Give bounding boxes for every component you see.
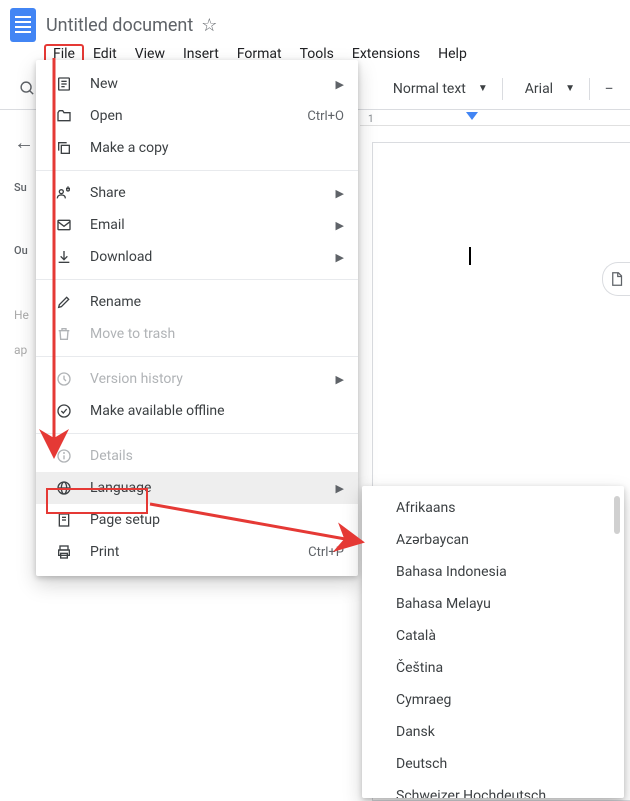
- file-menu-open[interactable]: OpenCtrl+O: [36, 100, 358, 132]
- menu-item-label: Details: [90, 448, 344, 464]
- ruler: 1: [360, 108, 630, 126]
- language-option[interactable]: Čeština: [362, 652, 624, 684]
- menu-separator: [36, 433, 358, 434]
- outline-heading: Ou: [14, 244, 36, 257]
- font-family-select[interactable]: Arial ▼: [517, 77, 583, 101]
- menu-item-label: Make a copy: [90, 140, 344, 156]
- menu-separator: [36, 279, 358, 280]
- file-menu-dropdown: New▶OpenCtrl+OMake a copyShare▶Email▶Dow…: [36, 60, 358, 576]
- file-menu-version: Version history ▶: [36, 363, 358, 395]
- outline-hint: ap: [14, 342, 36, 359]
- language-option[interactable]: Schweizer Hochdeutsch: [362, 780, 624, 798]
- outline-hint: He: [14, 307, 36, 324]
- language-option[interactable]: Cymraeg: [362, 684, 624, 716]
- share-icon: [54, 183, 74, 203]
- submenu-arrow-icon: ▶: [336, 251, 344, 264]
- caret-down-icon: ▼: [565, 83, 575, 94]
- caret-down-icon: ▼: [478, 83, 488, 94]
- paragraph-style-select[interactable]: Normal text ▼: [385, 77, 496, 101]
- back-arrow-icon[interactable]: ←: [14, 130, 36, 155]
- menu-item-label: Rename: [90, 294, 344, 310]
- menu-item-label: Email: [90, 217, 328, 233]
- file-menu-trash: Move to trash: [36, 318, 358, 350]
- details-icon: [54, 446, 74, 466]
- star-icon[interactable]: ☆: [201, 15, 217, 36]
- ruler-mark: 1: [368, 114, 374, 125]
- submenu-arrow-icon: ▶: [336, 373, 344, 386]
- new-icon: [54, 74, 74, 94]
- language-option[interactable]: Deutsch: [362, 748, 624, 780]
- font-family-label: Arial: [525, 81, 553, 97]
- language-icon: [54, 478, 74, 498]
- menu-item-label: Download: [90, 249, 328, 265]
- menu-separator: [36, 356, 358, 357]
- file-menu-download[interactable]: Download ▶: [36, 241, 358, 273]
- pagesetup-icon: [54, 510, 74, 530]
- outline-panel: ← Su Ou He ap: [0, 130, 36, 377]
- file-menu-copy[interactable]: Make a copy: [36, 132, 358, 164]
- print-icon: [54, 542, 74, 562]
- language-option[interactable]: Afrikaans: [362, 492, 624, 524]
- menubar-item-help[interactable]: Help: [429, 44, 476, 64]
- language-option[interactable]: Dansk: [362, 716, 624, 748]
- first-line-indent-marker[interactable]: [466, 112, 478, 120]
- submenu-arrow-icon: ▶: [336, 219, 344, 232]
- language-option[interactable]: Bahasa Indonesia: [362, 556, 624, 588]
- download-icon: [54, 247, 74, 267]
- summary-heading: Su: [14, 181, 36, 194]
- menu-item-label: Move to trash: [90, 326, 344, 342]
- menu-item-shortcut: Ctrl+O: [307, 109, 344, 124]
- menu-item-label: Open: [90, 108, 307, 124]
- menu-item-shortcut: Ctrl+P: [308, 545, 344, 560]
- language-submenu: AfrikaansAzərbaycanBahasa IndonesiaBahas…: [362, 486, 624, 798]
- scrollbar-thumb[interactable]: [614, 496, 620, 534]
- explore-side-button[interactable]: [602, 262, 630, 296]
- paragraph-style-label: Normal text: [393, 81, 466, 97]
- file-menu-share[interactable]: Share ▶: [36, 177, 358, 209]
- file-menu-print[interactable]: PrintCtrl+P: [36, 536, 358, 568]
- version-icon: [54, 369, 74, 389]
- menu-item-label: Language: [90, 480, 328, 496]
- language-option[interactable]: Bahasa Melayu: [362, 588, 624, 620]
- submenu-arrow-icon: ▶: [336, 187, 344, 200]
- decrease-font-icon[interactable]: −: [596, 76, 622, 102]
- file-menu-language[interactable]: Language ▶: [36, 472, 358, 504]
- menu-item-label: New: [90, 76, 328, 92]
- open-icon: [54, 106, 74, 126]
- submenu-arrow-icon: ▶: [336, 482, 344, 495]
- file-menu-new[interactable]: New ▶: [36, 68, 358, 100]
- rename-icon: [54, 292, 74, 312]
- language-option[interactable]: Azərbaycan: [362, 524, 624, 556]
- file-menu-email[interactable]: Email ▶: [36, 209, 358, 241]
- menu-item-label: Share: [90, 185, 328, 201]
- trash-icon: [54, 324, 74, 344]
- file-menu-offline[interactable]: Make available offline: [36, 395, 358, 427]
- copy-icon: [54, 138, 74, 158]
- text-cursor: [469, 247, 471, 265]
- email-icon: [54, 215, 74, 235]
- menu-item-label: Version history: [90, 371, 328, 387]
- file-menu-pagesetup[interactable]: Page setup: [36, 504, 358, 536]
- menu-item-label: Page setup: [90, 512, 344, 528]
- submenu-arrow-icon: ▶: [336, 78, 344, 91]
- menu-item-label: Make available offline: [90, 403, 344, 419]
- offline-icon: [54, 401, 74, 421]
- language-option[interactable]: Català: [362, 620, 624, 652]
- menu-separator: [36, 170, 358, 171]
- file-menu-rename[interactable]: Rename: [36, 286, 358, 318]
- toolbar-divider: [589, 78, 590, 100]
- toolbar-divider: [502, 78, 503, 100]
- file-menu-details: Details: [36, 440, 358, 472]
- document-title[interactable]: Untitled document: [46, 15, 193, 36]
- docs-logo-icon[interactable]: [10, 8, 36, 42]
- menu-item-label: Print: [90, 544, 308, 560]
